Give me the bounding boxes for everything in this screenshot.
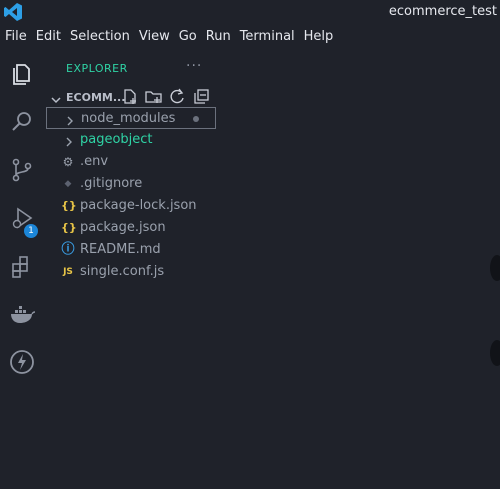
menu-file[interactable]: File (5, 26, 27, 48)
explorer-icon[interactable] (8, 60, 36, 88)
chevron-right-icon (64, 134, 74, 147)
extensions-icon[interactable] (8, 252, 36, 280)
editor-edge-handle (490, 340, 500, 366)
json-file-icon: {} (61, 199, 77, 212)
tree-item-pageobject[interactable]: pageobject (46, 129, 216, 151)
js-file-icon: JS (63, 267, 73, 277)
menu-run[interactable]: Run (206, 26, 231, 48)
window-title: ecommerce_test (388, 4, 497, 19)
refresh-icon[interactable] (169, 88, 186, 105)
git-file-icon: ◆ (64, 179, 72, 189)
menu-edit[interactable]: Edit (36, 26, 61, 48)
tree-item-label: package.json (80, 220, 166, 235)
chevron-down-icon (50, 91, 62, 104)
menu-terminal[interactable]: Terminal (240, 26, 295, 48)
menu-go[interactable]: Go (179, 26, 197, 48)
title-bar: ecommerce_test (0, 0, 500, 25)
info-file-icon: ⓘ (61, 242, 75, 257)
run-debug-icon[interactable] (8, 204, 36, 232)
tree-item-env[interactable]: ⚙ .env (46, 151, 216, 173)
source-control-icon[interactable] (8, 156, 36, 184)
explorer-header: EXPLORER (66, 62, 128, 75)
tree-item-label: README.md (80, 242, 161, 257)
menu-help[interactable]: Help (304, 26, 334, 48)
editor-edge-handle (490, 255, 500, 281)
tree-item-label: package-lock.json (80, 198, 197, 213)
tree-item-readme-md[interactable]: ⓘ README.md (46, 239, 216, 261)
tree-item-node-modules[interactable]: node_modules (46, 107, 216, 129)
docker-icon[interactable] (8, 300, 36, 328)
collapse-all-icon[interactable] (193, 88, 210, 105)
tree-item-label: node_modules (81, 111, 176, 126)
tree-item-package-lock-json[interactable]: {} package-lock.json (46, 195, 216, 217)
json-file-icon: {} (61, 221, 77, 234)
settings-file-icon: ⚙ (62, 155, 74, 169)
new-folder-icon[interactable] (145, 88, 162, 105)
new-file-icon[interactable] (122, 88, 139, 105)
activity-bar: 1 (0, 52, 44, 489)
menu-view[interactable]: View (139, 26, 170, 48)
tree-item-single-conf-js[interactable]: JS single.conf.js (46, 261, 216, 283)
modified-dot-icon (193, 116, 199, 122)
tree-item-label: .gitignore (80, 176, 143, 191)
tree-item-label: .env (80, 154, 109, 169)
menu-selection[interactable]: Selection (70, 26, 130, 48)
vscode-logo-icon (3, 2, 23, 22)
tree-item-label: pageobject (80, 132, 153, 147)
explorer-sidebar: EXPLORER ··· ECOMM... node_modules pageo… (44, 52, 224, 489)
menu-bar: File Edit Selection View Go Run Terminal… (0, 26, 500, 48)
thunder-client-icon[interactable] (8, 348, 36, 376)
workspace-title: ECOMM... (66, 91, 126, 104)
more-actions-icon[interactable]: ··· (186, 58, 202, 74)
tree-item-package-json[interactable]: {} package.json (46, 217, 216, 239)
chevron-right-icon (65, 113, 75, 126)
tree-item-label: single.conf.js (80, 264, 165, 279)
tree-item-gitignore[interactable]: ◆ .gitignore (46, 173, 216, 195)
search-icon[interactable] (8, 108, 36, 136)
